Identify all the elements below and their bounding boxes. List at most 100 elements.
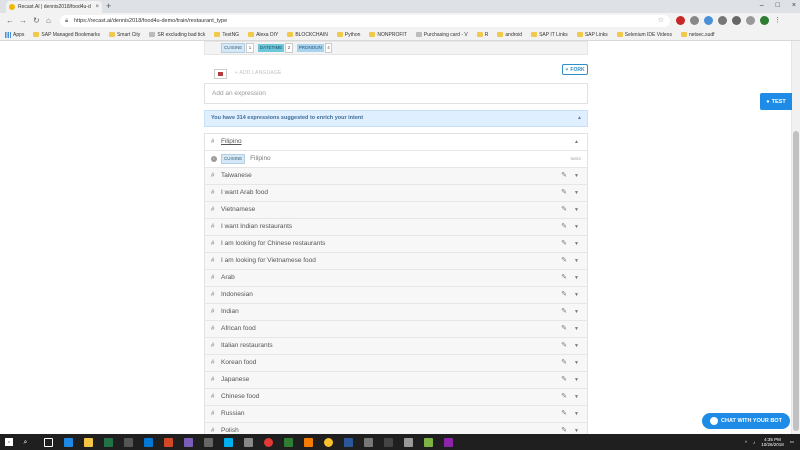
language-flag-icon[interactable] [214, 69, 227, 79]
expression-row[interactable]: # Chinese food ✎ ▼ [205, 389, 587, 406]
add-expression-input[interactable]: Add an expression [204, 83, 588, 104]
back-arrow-icon[interactable]: ← [6, 15, 14, 27]
page-scrollbar[interactable] [791, 41, 800, 434]
bookmark-item[interactable]: BLOCKCHAIN [287, 32, 328, 38]
entity-tag[interactable]: DATETIME 2 [257, 43, 293, 53]
app-icon[interactable] [303, 437, 313, 447]
app-icon[interactable] [383, 437, 393, 447]
expression-row[interactable]: # I am looking for Chinese restaurants ✎ ▼ [205, 236, 587, 253]
pencil-icon[interactable]: ✎ [561, 321, 567, 337]
expression-row[interactable]: # Vietnamese ✎ ▼ [205, 202, 587, 219]
tray-arrow-icon[interactable]: ^ [745, 440, 747, 445]
app-icon[interactable] [403, 437, 413, 447]
bookmark-item[interactable]: Selenium IDE Videos [616, 32, 672, 38]
pencil-icon[interactable]: ✎ [561, 185, 567, 201]
bookmark-item[interactable]: SAP Links [576, 32, 608, 38]
pencil-icon[interactable]: ✎ [561, 355, 567, 371]
extension-icon[interactable] [704, 16, 713, 25]
search-icon[interactable]: ⌕ [24, 438, 33, 447]
entity-tag[interactable]: CUISINE [221, 154, 246, 164]
home-icon[interactable]: ⌂ [46, 15, 51, 27]
chevron-down-icon[interactable]: ▼ [574, 168, 579, 184]
pencil-icon[interactable]: ✎ [561, 253, 567, 269]
chevron-down-icon[interactable]: ▼ [574, 202, 579, 218]
bookmark-star-icon[interactable]: ☆ [658, 15, 664, 27]
expression-row[interactable]: # Arab ✎ ▼ [205, 270, 587, 287]
chat-with-bot-button[interactable]: CHAT WITH YOUR BOT [702, 413, 790, 429]
expression-text[interactable]: I am looking for Chinese restaurants [221, 240, 325, 247]
reload-icon[interactable]: ↻ [33, 15, 40, 27]
extension-icon[interactable] [732, 16, 741, 25]
expression-row-top[interactable]: CUISINE 1 DATETIME 2 PRONOUN 4 [204, 41, 588, 55]
fork-button[interactable]: ⑂ FORK [562, 64, 588, 75]
expression-text[interactable]: Chinese food [221, 393, 259, 400]
expression-text[interactable]: Taiwanese [221, 172, 252, 179]
app-icon[interactable] [243, 437, 253, 447]
expression-row[interactable]: # Russian ✎ ▼ [205, 406, 587, 423]
bookmark-item[interactable]: SAP IT Links [531, 32, 568, 38]
extension-icon[interactable] [746, 16, 755, 25]
expression-row[interactable]: # Indonesian ✎ ▼ [205, 287, 587, 304]
file-explorer-icon[interactable] [83, 437, 93, 447]
chevron-up-icon[interactable]: ▲ [574, 134, 579, 150]
app-icon[interactable] [163, 437, 173, 447]
bookmark-item[interactable]: NONPROFIT [369, 32, 407, 38]
chevron-down-icon[interactable]: ▼ [574, 423, 579, 434]
pencil-icon[interactable]: ✎ [561, 423, 567, 434]
speaker-icon[interactable]: ♪ [753, 440, 755, 445]
entity-tag[interactable]: CUISINE 1 [221, 43, 254, 53]
pencil-icon[interactable]: ✎ [561, 406, 567, 422]
expression-text[interactable]: Korean food [221, 359, 256, 366]
pencil-icon[interactable]: ✎ [561, 202, 567, 218]
close-window-icon[interactable]: × [792, 0, 796, 12]
bookmark-item[interactable]: Smart City [108, 32, 140, 38]
app-icon[interactable] [363, 437, 373, 447]
expression-row[interactable]: # I want Indian restaurants ✎ ▼ [205, 219, 587, 236]
expression-row[interactable]: # Japanese ✎ ▼ [205, 372, 587, 389]
bookmark-item[interactable]: R [476, 32, 488, 38]
chevron-down-icon[interactable]: ▼ [574, 253, 579, 269]
expression-text[interactable]: Russian [221, 410, 244, 417]
skype-icon[interactable] [223, 437, 233, 447]
expression-row[interactable]: # African food ✎ ▼ [205, 321, 587, 338]
bookmark-item[interactable]: SR excluding bad tick [149, 32, 205, 38]
bookmark-item[interactable]: android [497, 32, 522, 38]
pencil-icon[interactable]: ✎ [561, 236, 567, 252]
word-icon[interactable] [343, 437, 353, 447]
add-language-link[interactable]: + ADD LANGUAGE [235, 70, 282, 76]
expression-text[interactable]: Italian restaurants [221, 342, 273, 349]
pencil-icon[interactable]: ✎ [561, 389, 567, 405]
app-icon[interactable] [423, 437, 433, 447]
expression-row[interactable]: # I am looking for Vietnamese food ✎ ▼ [205, 253, 587, 270]
chevron-down-icon[interactable]: ▼ [574, 219, 579, 235]
chevron-down-icon[interactable]: ▼ [574, 270, 579, 286]
expression-row[interactable]: # Polish ✎ ▼ [205, 423, 587, 434]
pencil-icon[interactable]: ✎ [561, 338, 567, 354]
start-button[interactable] [0, 434, 18, 450]
pencil-icon[interactable]: ✎ [561, 287, 567, 303]
app-icon[interactable] [123, 437, 133, 447]
entity-tag[interactable]: PRONOUN 4 [296, 43, 333, 53]
expression-row[interactable]: # I want Arab food ✎ ▼ [205, 185, 587, 202]
expression-text[interactable]: I want Indian restaurants [221, 223, 292, 230]
chevron-down-icon[interactable]: ▼ [574, 185, 579, 201]
expression-text[interactable]: Japanese [221, 376, 249, 383]
chevron-down-icon[interactable]: ▼ [574, 236, 579, 252]
bookmark-item[interactable]: Python [336, 32, 360, 38]
chevron-down-icon[interactable]: ▼ [574, 355, 579, 371]
expression-text[interactable]: Vietnamese [221, 206, 255, 213]
pencil-icon[interactable]: ✎ [561, 270, 567, 286]
pencil-icon[interactable]: ✎ [561, 168, 567, 184]
chevron-up-icon[interactable]: ▲ [577, 111, 582, 126]
outlook-icon[interactable] [143, 437, 153, 447]
task-view-icon[interactable] [43, 437, 53, 447]
expression-text[interactable]: Polish [221, 427, 239, 434]
chevron-down-icon[interactable]: ▼ [574, 406, 579, 422]
chevron-down-icon[interactable]: ▼ [574, 287, 579, 303]
extension-icon[interactable] [676, 16, 685, 25]
chevron-down-icon[interactable]: ▼ [574, 304, 579, 320]
expression-text[interactable]: Indonesian [221, 291, 253, 298]
menu-kebab-icon[interactable]: ⋮ [774, 16, 783, 25]
opera-icon[interactable] [263, 437, 273, 447]
expression-row[interactable]: # Korean food ✎ ▼ [205, 355, 587, 372]
